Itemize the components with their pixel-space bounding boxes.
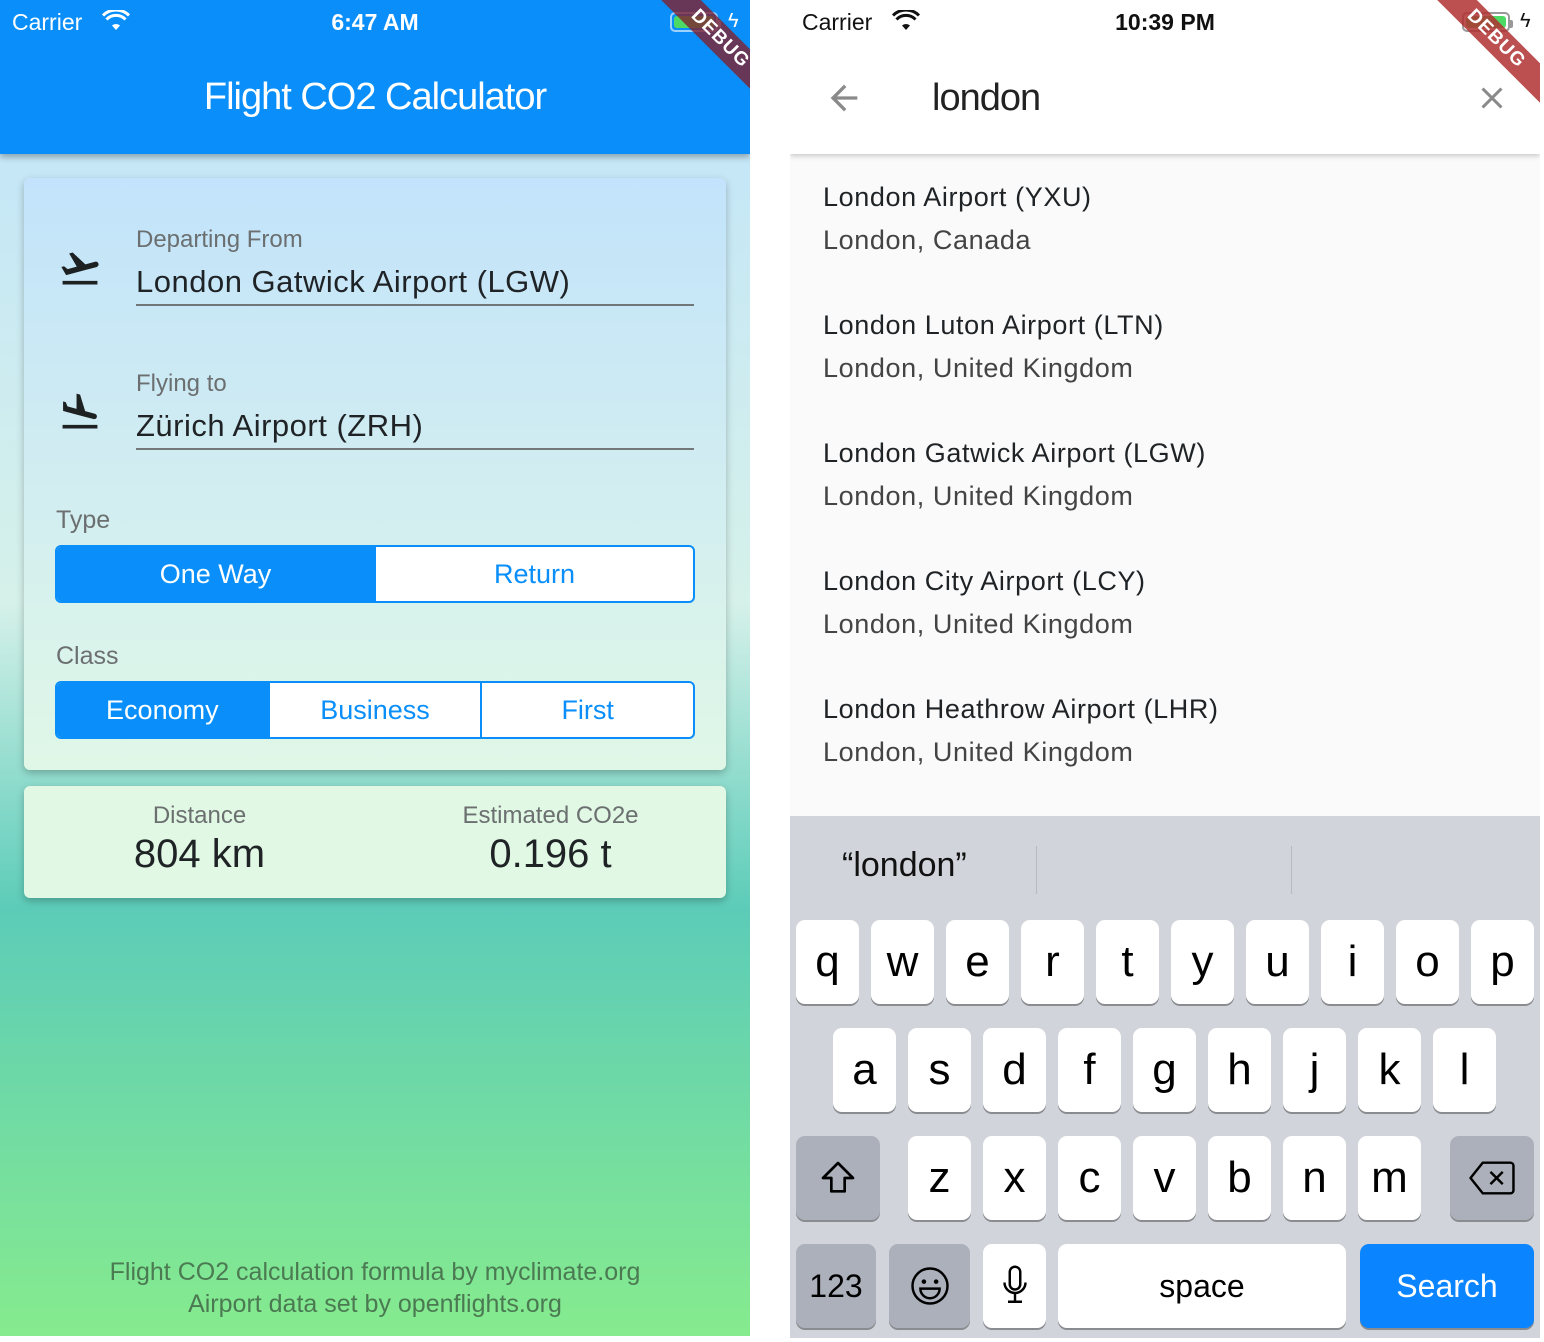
key-a[interactable]: a (833, 1028, 896, 1112)
airport-name: London Airport (YXU) (823, 182, 1092, 212)
key-d[interactable]: d (983, 1028, 1046, 1112)
key-n[interactable]: n (1283, 1136, 1346, 1220)
results-card: Distance 804 km Estimated CO2e 0.196 t (24, 786, 726, 898)
key-e[interactable]: e (946, 920, 1009, 1004)
segment-economy[interactable]: Economy (57, 683, 268, 737)
divider (1036, 846, 1037, 894)
key-o[interactable]: o (1396, 920, 1459, 1004)
key-h[interactable]: h (1208, 1028, 1271, 1112)
dictation-key[interactable] (983, 1244, 1046, 1328)
key-i[interactable]: i (1321, 920, 1384, 1004)
segment-return[interactable]: Return (374, 547, 693, 601)
key-j[interactable]: j (1283, 1028, 1346, 1112)
arrival-label: Flying to (136, 370, 227, 397)
key-v[interactable]: v (1133, 1136, 1196, 1220)
airport-name: London City Airport (LCY) (823, 566, 1146, 596)
distance-result: Distance 804 km (24, 802, 375, 877)
formula-credit: Flight CO2 calculation formula by myclim… (109, 1258, 641, 1286)
airport-location: London, United Kingdom (823, 353, 1134, 383)
credits-footer: Flight CO2 calculation formula by myclim… (0, 1256, 750, 1320)
key-r[interactable]: r (1021, 920, 1084, 1004)
list-item[interactable]: London City Airport (LCY) London, United… (790, 544, 1540, 672)
airport-location: London, United Kingdom (823, 481, 1134, 511)
key-g[interactable]: g (1133, 1028, 1196, 1112)
page-title: Flight CO2 Calculator (203, 76, 547, 118)
co2-result: Estimated CO2e 0.196 t (375, 802, 726, 877)
shift-key[interactable] (796, 1136, 880, 1220)
key-p[interactable]: p (1471, 920, 1534, 1004)
co2-label: Estimated CO2e (462, 802, 639, 829)
key-q[interactable]: q (796, 920, 859, 1004)
list-item[interactable]: London Heathrow Airport (LHR) London, Un… (790, 672, 1540, 800)
predictive-text-bar: “london” (790, 816, 1540, 916)
microphone-icon (1002, 1265, 1027, 1303)
airport-name: London Luton Airport (LTN) (823, 310, 1164, 340)
airport-search-screen: Carrier 10:39 PM ϟ DEBUG London Airport … (790, 0, 1540, 1338)
emoji-key[interactable] (889, 1244, 970, 1328)
search-input[interactable] (932, 72, 1432, 124)
search-key[interactable]: Search (1360, 1244, 1534, 1328)
key-s[interactable]: s (908, 1028, 971, 1112)
airport-location: London, United Kingdom (823, 609, 1134, 639)
backspace-key[interactable] (1450, 1136, 1534, 1220)
segment-business[interactable]: Business (267, 683, 481, 737)
prediction-suggestion[interactable]: “london” (842, 846, 967, 885)
emoji-icon (910, 1267, 949, 1305)
search-app-bar: Carrier 10:39 PM ϟ (790, 0, 1540, 154)
key-w[interactable]: w (871, 920, 934, 1004)
segment-one-way[interactable]: One Way (57, 547, 374, 601)
status-bar: Carrier 6:47 AM ϟ (0, 0, 750, 44)
departure-input[interactable]: London Gatwick Airport (LGW) (136, 264, 694, 306)
key-f[interactable]: f (1058, 1028, 1121, 1112)
backspace-icon (1469, 1161, 1515, 1195)
arrival-input[interactable]: Zürich Airport (ZRH) (136, 408, 694, 450)
list-item[interactable]: London Airport (YXU) London, Canada (790, 160, 1540, 288)
airport-location: London, United Kingdom (823, 737, 1134, 767)
departure-field[interactable]: Departing From London Gatwick Airport (L… (24, 226, 726, 326)
divider (1291, 846, 1292, 894)
cabin-class-selector: Economy Business First (55, 681, 695, 739)
type-label: Type (56, 506, 111, 534)
list-item[interactable]: London Gatwick Airport (LGW) London, Uni… (790, 416, 1540, 544)
arrow-left-icon[interactable] (824, 78, 864, 118)
app-bar: Carrier 6:47 AM ϟ Flight CO2 Calculator (0, 0, 750, 154)
airport-location: London, Canada (823, 225, 1032, 255)
numbers-key[interactable]: 123 (796, 1244, 876, 1328)
key-x[interactable]: x (983, 1136, 1046, 1220)
airport-name: London Heathrow Airport (LHR) (823, 694, 1219, 724)
status-time: 6:47 AM (331, 9, 419, 35)
co2-value: 0.196 t (489, 832, 612, 876)
shift-icon (821, 1161, 855, 1193)
flight-form-card: Departing From London Gatwick Airport (L… (24, 178, 726, 770)
key-m[interactable]: m (1358, 1136, 1421, 1220)
distance-label: Distance (152, 802, 247, 829)
space-key[interactable]: space (1058, 1244, 1346, 1328)
on-screen-keyboard: “london” qwertyuiop asdfghjkl zxcvbnm 12… (790, 816, 1540, 1338)
flight-land-icon (62, 393, 98, 429)
flight-takeoff-icon (61, 252, 99, 285)
key-y[interactable]: y (1171, 920, 1234, 1004)
key-z[interactable]: z (908, 1136, 971, 1220)
arrival-field[interactable]: Flying to Zürich Airport (ZRH) (24, 370, 726, 470)
calculator-screen: Carrier 6:47 AM ϟ Flight CO2 Calculator … (0, 0, 750, 1336)
charging-icon: ϟ (1520, 10, 1531, 32)
status-bar: Carrier 10:39 PM ϟ (790, 0, 1540, 44)
list-item[interactable]: London Luton Airport (LTN) London, Unite… (790, 288, 1540, 416)
departure-label: Departing From (136, 226, 303, 253)
trip-type-selector: One Way Return (55, 545, 695, 603)
segment-first[interactable]: First (480, 683, 693, 737)
status-time: 10:39 PM (1115, 9, 1215, 35)
key-k[interactable]: k (1358, 1028, 1421, 1112)
key-l[interactable]: l (1433, 1028, 1496, 1112)
data-credit: Airport data set by openflights.org (188, 1290, 562, 1318)
key-u[interactable]: u (1246, 920, 1309, 1004)
key-b[interactable]: b (1208, 1136, 1271, 1220)
key-c[interactable]: c (1058, 1136, 1121, 1220)
distance-value: 804 km (133, 832, 266, 876)
airport-name: London Gatwick Airport (LGW) (823, 438, 1206, 468)
close-icon[interactable] (1474, 80, 1510, 116)
key-t[interactable]: t (1096, 920, 1159, 1004)
class-label: Class (56, 642, 119, 670)
search-results-list: London Airport (YXU) London, Canada Lond… (790, 160, 1540, 800)
